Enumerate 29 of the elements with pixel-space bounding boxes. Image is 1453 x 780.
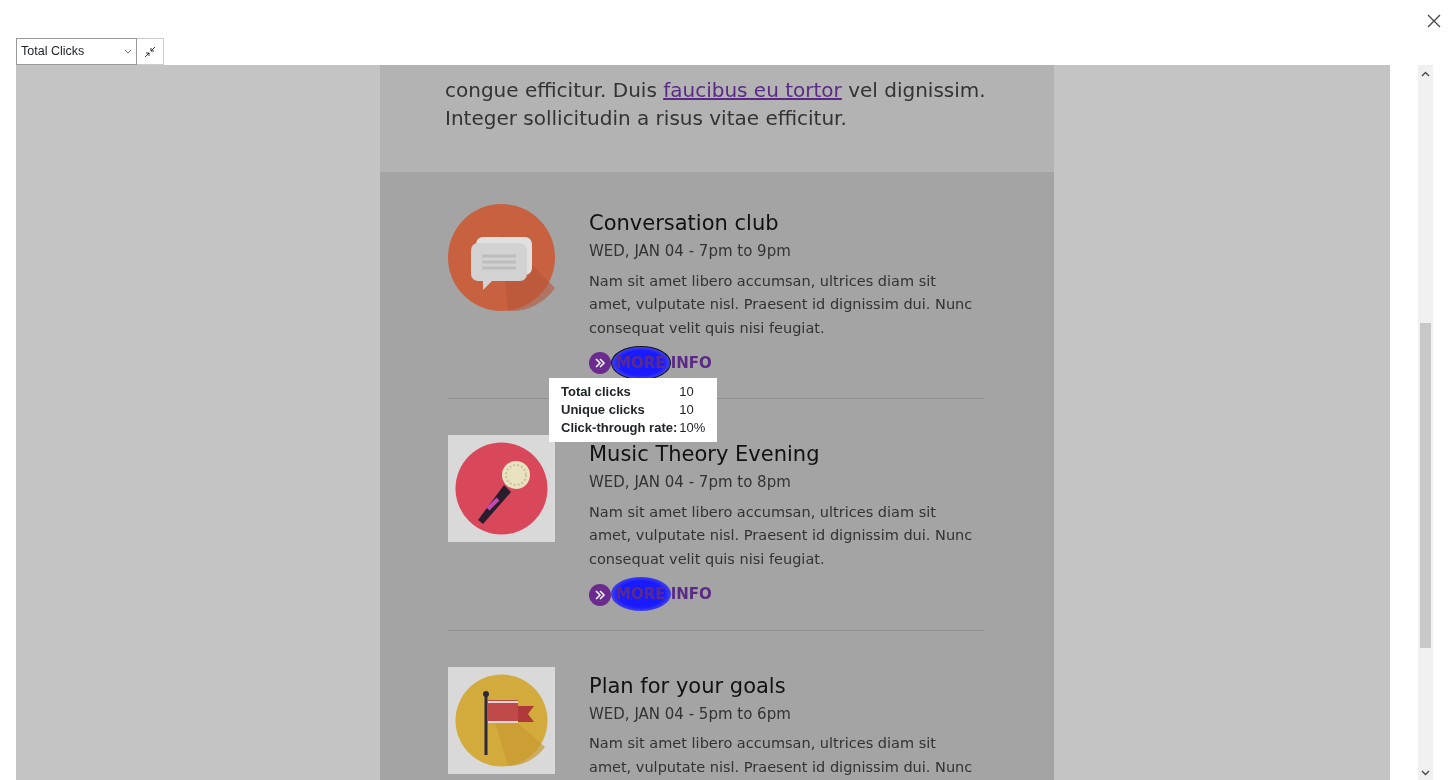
stat-label: Total clicks xyxy=(561,383,632,401)
collapse-button[interactable] xyxy=(137,38,164,65)
event-description: Nam sit amet libero accumsan, ultrices diam sit amet, vulputate nisl. Praesent id dignissim dui. Nunc consequat velit quis nisi feugiat. xyxy=(589,502,974,569)
scrollbar[interactable] xyxy=(1418,65,1433,780)
scroll-up-icon[interactable] xyxy=(1420,70,1431,78)
text-link[interactable]: faucibus eu tortor xyxy=(663,78,842,102)
event-date: WED, JAN 04 - 7pm to 8pm xyxy=(589,472,792,494)
stat-value: 10 xyxy=(679,383,695,401)
double-chevron-icon xyxy=(589,352,611,375)
stat-value: 10 xyxy=(679,401,695,419)
chevron-icon xyxy=(124,49,132,54)
collapse-icon xyxy=(144,45,156,58)
more-info-link[interactable]: MORE INFO xyxy=(589,577,712,612)
stat-value: 10% xyxy=(679,419,706,437)
event-date: WED, JAN 04 - 7pm to 9pm xyxy=(589,241,792,262)
metric-dropdown[interactable]: Total Clicks xyxy=(16,38,137,65)
event-title: Conversation club xyxy=(589,210,780,236)
intro-paragraph: congue efficitur. Duis faucibus eu tortor vel dignissim. Integer sollicitudin a risus vitae efficitur. xyxy=(445,77,987,132)
scrollbar-thumb[interactable] xyxy=(1420,323,1431,648)
close-icon xyxy=(1427,13,1441,28)
double-chevron-icon xyxy=(589,583,611,606)
event-description: Nam sit amet libero accumsan, ultrices diam sit amet, vulputate nisl. Praesent id dignissim dui. Nunc consequat velit quis nisi feugiat. xyxy=(589,271,974,338)
scroll-down-icon[interactable] xyxy=(1420,769,1431,777)
event-title: Music Theory Evening xyxy=(589,441,821,468)
event-date: WED, JAN 04 - 5pm to 6pm xyxy=(589,703,792,725)
event-title: Plan for your goals xyxy=(589,672,787,699)
stat-label: Click-through rate: xyxy=(561,419,679,437)
stat-label: Unique clicks xyxy=(561,401,646,419)
event-description: Nam sit amet libero accumsan, ultrices diam sit amet, vulputate nisl. Praesent id dignissim dui. Nunc xyxy=(589,734,974,777)
